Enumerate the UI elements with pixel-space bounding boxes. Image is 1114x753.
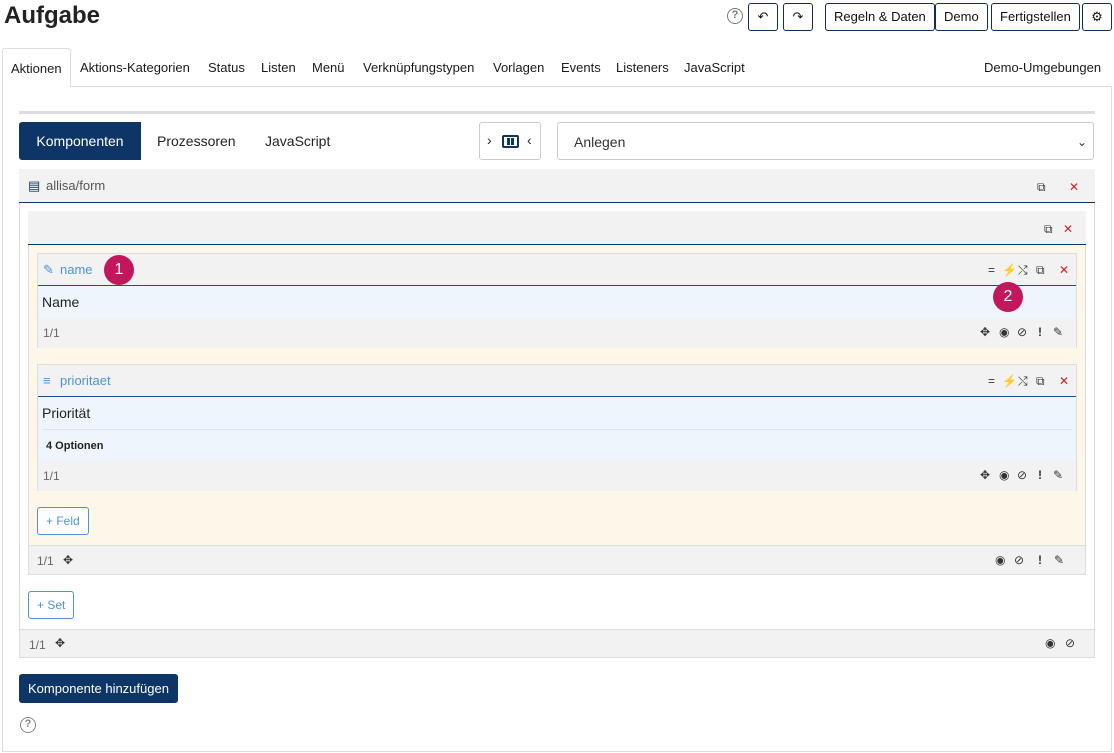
tab-status[interactable]: Status <box>208 48 245 87</box>
options-count: 4 Optionen <box>46 440 104 452</box>
subtab-javascript[interactable]: JavaScript <box>265 122 330 160</box>
move-icon[interactable]: ✥ <box>63 553 73 567</box>
eye-icon[interactable]: ◉ <box>999 468 1009 482</box>
bolt-icon[interactable]: ⚡ <box>1002 374 1017 388</box>
tab-listen[interactable]: Listen <box>261 48 296 87</box>
field-key[interactable]: prioritaet <box>60 373 111 388</box>
field-header: ✎ name = ⚡ ⤭ ⧉ ✕ <box>38 254 1076 286</box>
panel-divider <box>19 111 1095 114</box>
tab-aktionen[interactable]: Aktionen <box>2 48 71 87</box>
tab-events[interactable]: Events <box>561 48 601 87</box>
divider <box>42 429 1072 430</box>
field-label-row: Name <box>38 286 1076 318</box>
undo-button[interactable]: ↶ <box>748 3 778 31</box>
tab-javascript[interactable]: JavaScript <box>684 48 745 87</box>
set-header: ⧉ ✕ <box>28 211 1086 245</box>
eye-off-icon[interactable]: ⊘ <box>1017 325 1027 339</box>
rules-data-button[interactable]: Regeln & Daten <box>825 3 935 31</box>
close-icon[interactable]: ✕ <box>1059 263 1069 277</box>
action-select-value: Anlegen <box>574 134 626 150</box>
tab-verknuepfungstypen[interactable]: Verknüpfungstypen <box>363 48 474 87</box>
set-width: 1/1 <box>37 554 54 568</box>
layout-toggle[interactable]: › ‹ <box>479 122 541 160</box>
close-icon[interactable]: ✕ <box>1059 374 1069 388</box>
field-footer: 1/1 ✥ ◉ ⊘ ! ✎ <box>38 318 1076 348</box>
finish-button[interactable]: Fertigstellen <box>991 3 1080 31</box>
demo-button[interactable]: Demo <box>935 3 988 31</box>
close-icon[interactable]: ✕ <box>1069 180 1079 194</box>
edit-icon[interactable]: ✎ <box>1053 468 1063 482</box>
close-icon[interactable]: ✕ <box>1063 222 1073 236</box>
help-icon[interactable]: ? <box>727 8 743 24</box>
required-icon[interactable]: ! <box>1038 468 1042 482</box>
eye-icon[interactable]: ◉ <box>999 325 1009 339</box>
list-icon: ≡ <box>43 373 51 388</box>
set-footer: 1/1 ✥ ◉ ⊘ ! ✎ <box>29 545 1085 574</box>
field-header: ≡ prioritaet = ⚡ ⤭ ⧉ ✕ <box>38 365 1076 397</box>
columns-icon <box>502 135 519 148</box>
pencil-icon: ✎ <box>43 262 54 277</box>
shuffle-icon[interactable]: ⤭ <box>1018 374 1028 389</box>
add-set-button[interactable]: + Set <box>28 591 75 619</box>
subtab-prozessoren[interactable]: Prozessoren <box>157 122 236 160</box>
tab-menu[interactable]: Menü <box>312 48 345 87</box>
file-icon: ▤ <box>28 178 41 193</box>
required-icon[interactable]: ! <box>1038 325 1042 339</box>
add-field-button[interactable]: + Feld <box>37 507 89 535</box>
copy-icon[interactable]: ⧉ <box>1044 222 1053 237</box>
component-width: 1/1 <box>29 638 46 652</box>
page-title: Aufgabe <box>4 2 100 29</box>
tab-listeners[interactable]: Listeners <box>616 48 669 87</box>
subtab-komponenten[interactable]: Komponenten <box>19 122 141 160</box>
shuffle-icon[interactable]: ⤭ <box>1018 263 1028 278</box>
copy-icon[interactable]: ⧉ <box>1036 263 1045 278</box>
annotation-badge-2: 2 <box>993 282 1023 312</box>
copy-icon[interactable]: ⧉ <box>1036 374 1045 389</box>
copy-icon[interactable]: ⧉ <box>1037 180 1046 195</box>
eye-icon[interactable]: ◉ <box>995 553 1005 567</box>
equals-icon[interactable]: = <box>988 374 995 388</box>
field-label: Name <box>42 294 80 310</box>
eye-icon[interactable]: ◉ <box>1045 636 1055 650</box>
field-card-prioritaet: ≡ prioritaet = ⚡ ⤭ ⧉ ✕ Priorität 4 Optio… <box>37 364 1077 491</box>
action-select[interactable]: Anlegen ⌄ <box>557 122 1094 160</box>
eye-off-icon[interactable]: ⊘ <box>1065 636 1075 650</box>
chevron-left-icon: ‹ <box>527 132 532 148</box>
chevron-down-icon: ⌄ <box>1076 135 1087 149</box>
move-icon[interactable]: ✥ <box>980 325 990 339</box>
field-key[interactable]: name <box>60 262 93 277</box>
help-icon[interactable]: ? <box>20 717 36 733</box>
settings-button[interactable]: ⚙ <box>1082 3 1112 31</box>
gear-icon: ⚙ <box>1091 9 1103 24</box>
equals-icon[interactable]: = <box>988 263 995 277</box>
move-icon[interactable]: ✥ <box>980 468 990 482</box>
add-component-button[interactable]: Komponente hinzufügen <box>19 674 178 703</box>
required-icon[interactable]: ! <box>1038 553 1042 567</box>
field-width: 1/1 <box>43 326 60 340</box>
field-footer: 1/1 ✥ ◉ ⊘ ! ✎ <box>38 461 1076 491</box>
move-icon[interactable]: ✥ <box>55 636 65 650</box>
component-header: ▤ allisa/form ⧉ ✕ <box>19 169 1095 203</box>
redo-button[interactable]: ↷ <box>783 3 813 31</box>
edit-icon[interactable]: ✎ <box>1053 325 1063 339</box>
bolt-icon[interactable]: ⚡ <box>1002 263 1017 277</box>
component-footer: 1/1 ✥ ◉ ⊘ <box>20 629 1094 657</box>
field-label-row: Priorität 4 Optionen <box>38 397 1076 461</box>
annotation-badge-1: 1 <box>104 255 134 285</box>
tab-demo-umgebungen[interactable]: Demo-Umgebungen <box>984 48 1101 87</box>
tab-vorlagen[interactable]: Vorlagen <box>493 48 544 87</box>
eye-off-icon[interactable]: ⊘ <box>1017 468 1027 482</box>
field-card-name: ✎ name = ⚡ ⤭ ⧉ ✕ Name 1/1 ✥ ◉ ⊘ ! ✎ <box>37 253 1077 348</box>
tab-aktions-kategorien[interactable]: Aktions-Kategorien <box>80 48 190 87</box>
field-width: 1/1 <box>43 469 60 483</box>
edit-icon[interactable]: ✎ <box>1054 553 1064 567</box>
main-tabs: Aktionen Aktions-Kategorien Status Liste… <box>2 48 1112 87</box>
eye-off-icon[interactable]: ⊘ <box>1014 553 1024 567</box>
component-name: allisa/form <box>46 178 106 193</box>
field-label: Priorität <box>42 405 91 421</box>
chevron-right-icon: › <box>487 132 492 148</box>
